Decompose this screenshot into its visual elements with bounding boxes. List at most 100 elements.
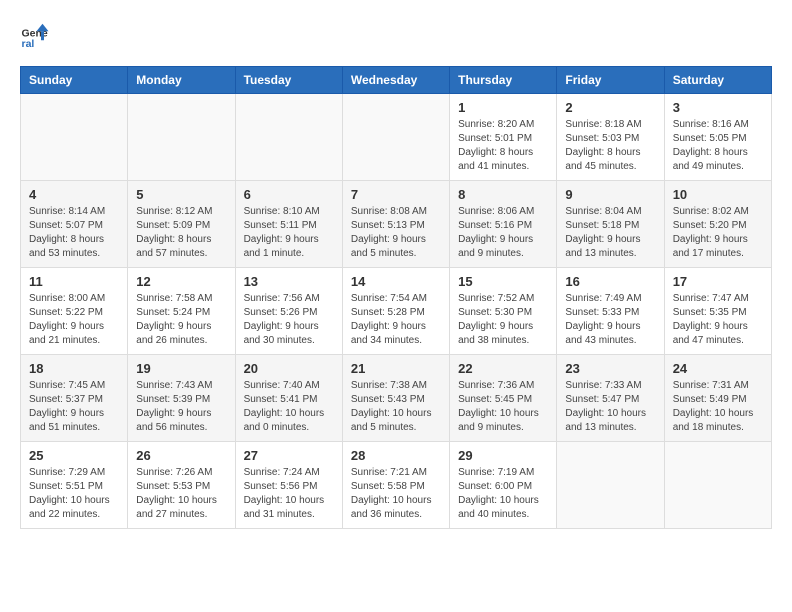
day-number: 12 — [136, 274, 226, 289]
day-number: 4 — [29, 187, 119, 202]
day-content: Sunrise: 8:02 AM Sunset: 5:20 PM Dayligh… — [673, 205, 763, 261]
calendar-cell: 12 Sunrise: 7:58 AM Sunset: 5:24 PM Dayli… — [128, 268, 235, 355]
header-friday: Friday — [557, 67, 664, 94]
calendar-cell: 26Sunrise: 7:26 AM Sunset: 5:53 PM Dayli… — [128, 442, 235, 529]
day-number: 27 — [244, 448, 334, 463]
day-content: Sunrise: 8:00 AM Sunset: 5:22 PM Dayligh… — [29, 292, 119, 348]
calendar-table: SundayMondayTuesdayWednesdayThursdayFrid… — [20, 66, 772, 529]
day-number: 7 — [351, 187, 441, 202]
day-number: 13 — [244, 274, 334, 289]
day-number: 6 — [244, 187, 334, 202]
day-content: Sunrise: 8:14 AM Sunset: 5:07 PM Dayligh… — [29, 205, 119, 261]
calendar-cell: 29 Sunrise: 7:19 AM Sunset: 6:00 PM Dayli… — [450, 442, 557, 529]
day-content: Sunrise: 7:21 AM Sunset: 5:58 PM Dayligh… — [351, 466, 441, 522]
day-content: Sunrise: 8:06 AM Sunset: 5:16 PM Dayligh… — [458, 205, 548, 261]
calendar-cell — [557, 442, 664, 529]
day-content: Sunrise: 7:29 AM Sunset: 5:51 PM Dayligh… — [29, 466, 119, 522]
day-content: Sunrise: 7:58 AM Sunset: 5:24 PM Dayligh… — [136, 292, 226, 348]
day-number: 19 — [136, 361, 226, 376]
day-content: Sunrise: 8:12 AM Sunset: 5:09 PM Dayligh… — [136, 205, 226, 261]
calendar-cell: 19Sunrise: 7:43 AM Sunset: 5:39 PM Dayli… — [128, 355, 235, 442]
header-saturday: Saturday — [664, 67, 771, 94]
day-content: Sunrise: 8:18 AM Sunset: 5:03 PM Dayligh… — [565, 118, 655, 174]
day-content: Sunrise: 7:40 AM Sunset: 5:41 PM Dayligh… — [244, 379, 334, 435]
day-content: Sunrise: 7:19 AM Sunset: 6:00 PM Dayligh… — [458, 466, 548, 522]
calendar-cell: 24Sunrise: 7:31 AM Sunset: 5:49 PM Dayli… — [664, 355, 771, 442]
day-content: Sunrise: 7:47 AM Sunset: 5:35 PM Dayligh… — [673, 292, 763, 348]
calendar-cell: 28 Sunrise: 7:21 AM Sunset: 5:58 PM Dayli… — [342, 442, 449, 529]
calendar-cell: 25 Sunrise: 7:29 AM Sunset: 5:51 PM Dayli… — [21, 442, 128, 529]
day-number: 25 — [29, 448, 119, 463]
calendar-cell: 4 Sunrise: 8:14 AM Sunset: 5:07 PM Daylig… — [21, 181, 128, 268]
day-content: Sunrise: 7:33 AM Sunset: 5:47 PM Dayligh… — [565, 379, 655, 435]
logo: Gene ral — [20, 20, 54, 50]
day-number: 24 — [673, 361, 763, 376]
calendar-cell — [664, 442, 771, 529]
day-content: Sunrise: 7:56 AM Sunset: 5:26 PM Dayligh… — [244, 292, 334, 348]
day-content: Sunrise: 8:20 AM Sunset: 5:01 PM Dayligh… — [458, 118, 548, 174]
calendar-week-2: 11Sunrise: 8:00 AM Sunset: 5:22 PM Dayli… — [21, 268, 772, 355]
day-content: Sunrise: 8:04 AM Sunset: 5:18 PM Dayligh… — [565, 205, 655, 261]
header-thursday: Thursday — [450, 67, 557, 94]
calendar-cell: 21 Sunrise: 7:38 AM Sunset: 5:43 PM Dayli… — [342, 355, 449, 442]
day-number: 17 — [673, 274, 763, 289]
calendar-cell — [21, 94, 128, 181]
day-number: 20 — [244, 361, 334, 376]
header-sunday: Sunday — [21, 67, 128, 94]
calendar-cell: 1 Sunrise: 8:20 AM Sunset: 5:01 PM Daylig… — [450, 94, 557, 181]
header-monday: Monday — [128, 67, 235, 94]
day-content: Sunrise: 7:45 AM Sunset: 5:37 PM Dayligh… — [29, 379, 119, 435]
day-number: 22 — [458, 361, 548, 376]
page-header: Gene ral — [20, 20, 772, 50]
day-content: Sunrise: 8:10 AM Sunset: 5:11 PM Dayligh… — [244, 205, 334, 261]
calendar-cell — [235, 94, 342, 181]
calendar-cell: 13 Sunrise: 7:56 AM Sunset: 5:26 PM Dayli… — [235, 268, 342, 355]
calendar-header-row: SundayMondayTuesdayWednesdayThursdayFrid… — [21, 67, 772, 94]
calendar-cell: 14 Sunrise: 7:54 AM Sunset: 5:28 PM Dayli… — [342, 268, 449, 355]
day-number: 9 — [565, 187, 655, 202]
calendar-cell: 16 Sunrise: 7:49 AM Sunset: 5:33 PM Dayli… — [557, 268, 664, 355]
calendar-cell: 27 Sunrise: 7:24 AM Sunset: 5:56 PM Dayli… — [235, 442, 342, 529]
header-wednesday: Wednesday — [342, 67, 449, 94]
day-number: 5 — [136, 187, 226, 202]
day-content: Sunrise: 7:24 AM Sunset: 5:56 PM Dayligh… — [244, 466, 334, 522]
calendar-cell: 8 Sunrise: 8:06 AM Sunset: 5:16 PM Daylig… — [450, 181, 557, 268]
calendar-cell — [342, 94, 449, 181]
header-tuesday: Tuesday — [235, 67, 342, 94]
calendar-cell: 11Sunrise: 8:00 AM Sunset: 5:22 PM Dayli… — [21, 268, 128, 355]
calendar-cell: 17 Sunrise: 7:47 AM Sunset: 5:35 PM Dayli… — [664, 268, 771, 355]
calendar-week-1: 4 Sunrise: 8:14 AM Sunset: 5:07 PM Daylig… — [21, 181, 772, 268]
svg-text:ral: ral — [22, 38, 35, 50]
day-number: 1 — [458, 100, 548, 115]
calendar-cell: 15 Sunrise: 7:52 AM Sunset: 5:30 PM Dayli… — [450, 268, 557, 355]
day-number: 16 — [565, 274, 655, 289]
calendar-cell: 10 Sunrise: 8:02 AM Sunset: 5:20 PM Dayli… — [664, 181, 771, 268]
calendar-cell: 3Sunrise: 8:16 AM Sunset: 5:05 PM Daylig… — [664, 94, 771, 181]
day-number: 28 — [351, 448, 441, 463]
calendar-cell: 7 Sunrise: 8:08 AM Sunset: 5:13 PM Daylig… — [342, 181, 449, 268]
day-content: Sunrise: 8:08 AM Sunset: 5:13 PM Dayligh… — [351, 205, 441, 261]
logo-icon: Gene ral — [20, 20, 50, 50]
calendar-week-3: 18 Sunrise: 7:45 AM Sunset: 5:37 PM Dayli… — [21, 355, 772, 442]
day-content: Sunrise: 7:52 AM Sunset: 5:30 PM Dayligh… — [458, 292, 548, 348]
day-content: Sunrise: 7:49 AM Sunset: 5:33 PM Dayligh… — [565, 292, 655, 348]
day-number: 23 — [565, 361, 655, 376]
day-number: 29 — [458, 448, 548, 463]
day-content: Sunrise: 8:16 AM Sunset: 5:05 PM Dayligh… — [673, 118, 763, 174]
calendar-cell — [128, 94, 235, 181]
calendar-cell: 6 Sunrise: 8:10 AM Sunset: 5:11 PM Daylig… — [235, 181, 342, 268]
calendar-week-0: 1 Sunrise: 8:20 AM Sunset: 5:01 PM Daylig… — [21, 94, 772, 181]
day-number: 15 — [458, 274, 548, 289]
day-number: 21 — [351, 361, 441, 376]
day-number: 10 — [673, 187, 763, 202]
day-number: 14 — [351, 274, 441, 289]
day-number: 2 — [565, 100, 655, 115]
day-number: 8 — [458, 187, 548, 202]
calendar-cell: 22Sunrise: 7:36 AM Sunset: 5:45 PM Dayli… — [450, 355, 557, 442]
calendar-cell: 20 Sunrise: 7:40 AM Sunset: 5:41 PM Dayli… — [235, 355, 342, 442]
day-number: 18 — [29, 361, 119, 376]
calendar-cell: 9 Sunrise: 8:04 AM Sunset: 5:18 PM Daylig… — [557, 181, 664, 268]
calendar-cell: 5 Sunrise: 8:12 AM Sunset: 5:09 PM Daylig… — [128, 181, 235, 268]
day-content: Sunrise: 7:38 AM Sunset: 5:43 PM Dayligh… — [351, 379, 441, 435]
day-content: Sunrise: 7:54 AM Sunset: 5:28 PM Dayligh… — [351, 292, 441, 348]
